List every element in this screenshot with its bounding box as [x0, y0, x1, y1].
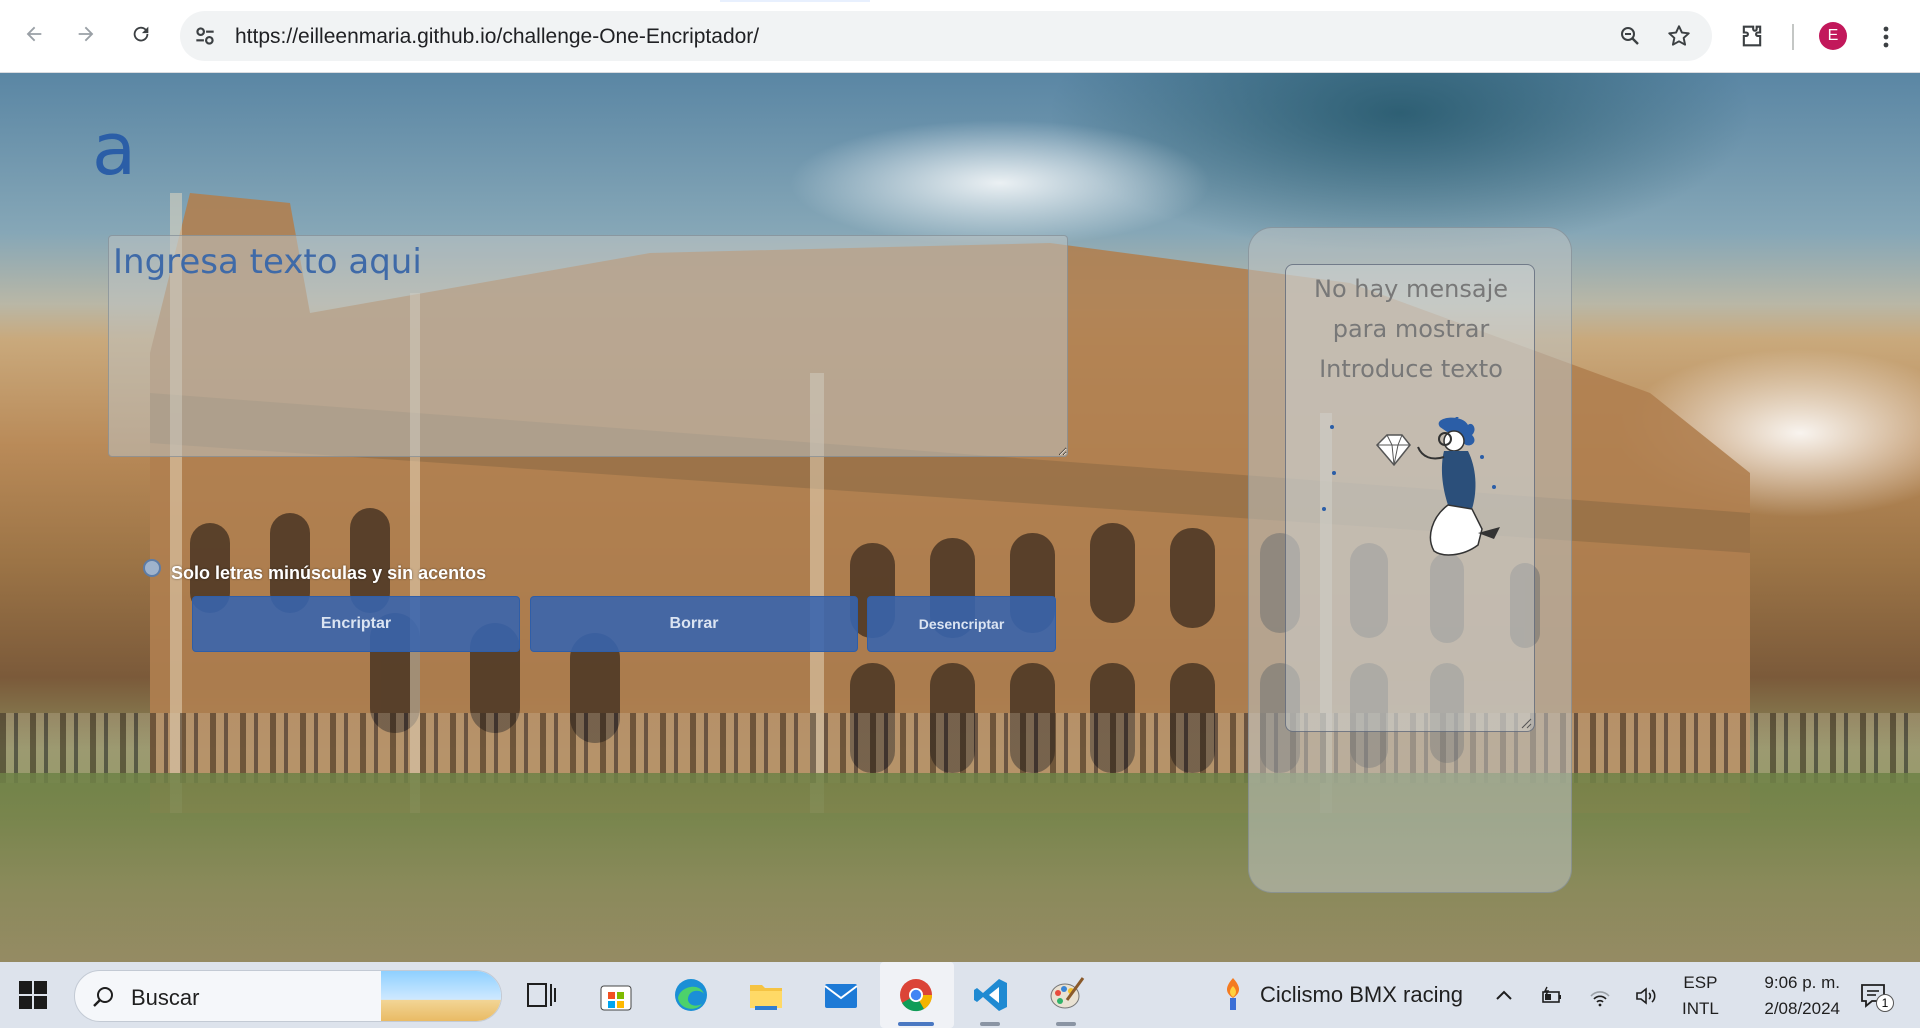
zoom-icon[interactable] [1618, 24, 1642, 48]
empty-message: No hay mensaje para mostrar Introduce te… [1313, 275, 1508, 383]
windows-start-icon[interactable] [18, 980, 48, 1010]
chrome-icon[interactable] [897, 976, 935, 1014]
toolbar-divider [1792, 24, 1794, 50]
decrypt-button[interactable]: Desencriptar [867, 596, 1056, 652]
clear-button[interactable]: Borrar [530, 596, 858, 652]
back-button[interactable] [16, 16, 52, 52]
search-icon [93, 987, 113, 1007]
reload-button[interactable] [123, 16, 159, 52]
star-icon[interactable] [1666, 23, 1692, 49]
clock-time: 9:06 p. m. [1764, 973, 1840, 992]
hint-text: Solo letras minúsculas y sin acentos [171, 563, 487, 583]
url-text[interactable]: https://eilleenmaria.github.io/challenge… [235, 25, 759, 49]
info-icon [143, 559, 161, 577]
task-view-icon[interactable] [522, 976, 560, 1014]
vscode-running-indicator [980, 1022, 1000, 1026]
active-tab-indicator [720, 0, 870, 2]
vscode-icon[interactable] [972, 976, 1010, 1014]
keyboard-layout: INTL [1682, 999, 1719, 1018]
menu-icon[interactable] [1876, 24, 1896, 50]
edge-icon[interactable] [672, 976, 710, 1014]
mail-icon[interactable] [822, 976, 860, 1014]
address-bar[interactable]: https://eilleenmaria.github.io/challenge… [180, 11, 1712, 61]
tab-strip [0, 0, 1920, 2]
reload-icon [133, 26, 149, 42]
language-indicator[interactable]: ESP INTL [1682, 970, 1719, 1022]
clock[interactable]: 9:06 p. m. 2/08/2024 [1740, 970, 1840, 1022]
file-explorer-icon[interactable] [747, 976, 785, 1014]
extensions-icon[interactable] [1738, 22, 1766, 50]
profile-avatar[interactable]: E [1819, 22, 1847, 50]
grass-background [0, 773, 1920, 962]
chevron-up-icon[interactable] [1492, 984, 1516, 1008]
wifi-icon[interactable] [1588, 984, 1612, 1008]
language-code: ESP [1683, 973, 1718, 992]
encrypt-button[interactable]: Encriptar [192, 596, 520, 652]
page-background: a Solo letras minúsculas y sin acentos E… [0, 73, 1920, 962]
paint-running-indicator [1056, 1022, 1076, 1026]
microsoft-store-icon[interactable] [597, 976, 635, 1014]
forward-icon [78, 26, 94, 42]
torch-widget-icon[interactable] [1218, 976, 1248, 1012]
resize-grip-icon[interactable] [1520, 717, 1532, 729]
text-input[interactable] [108, 235, 1068, 457]
chrome-running-indicator [898, 1022, 934, 1026]
alura-logo: a [92, 107, 137, 191]
island-search-highlight [381, 971, 501, 1021]
person-with-diamond-illustration [1322, 417, 1500, 556]
widget-text[interactable]: Ciclismo BMX racing [1260, 982, 1463, 1008]
windows-taskbar: Buscar Ciclismo BMX racing ESP INTL 9:06… [0, 962, 1920, 1028]
taskbar-search[interactable]: Buscar [74, 970, 502, 1022]
back-icon [26, 26, 42, 42]
browser-toolbar: https://eilleenmaria.github.io/challenge… [0, 0, 1920, 73]
forward-button[interactable] [68, 16, 104, 52]
battery-icon[interactable] [1540, 984, 1564, 1008]
site-info-icon[interactable] [192, 23, 218, 49]
volume-icon[interactable] [1634, 984, 1658, 1008]
output-textarea[interactable]: No hay mensaje para mostrar Introduce te… [1285, 264, 1535, 732]
search-label: Buscar [131, 985, 200, 1010]
paint-icon[interactable] [1047, 976, 1085, 1014]
output-panel: No hay mensaje para mostrar Introduce te… [1248, 227, 1572, 893]
notification-count-badge: 1 [1876, 994, 1894, 1012]
clock-date: 2/08/2024 [1764, 999, 1840, 1018]
